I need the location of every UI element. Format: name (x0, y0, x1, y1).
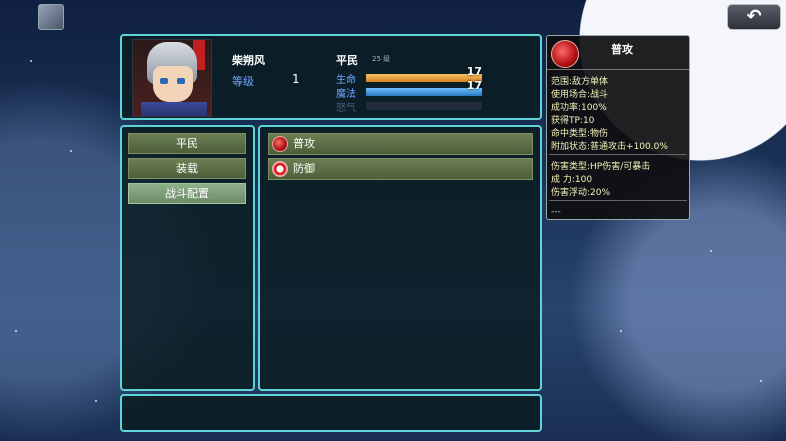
star (15, 330, 17, 332)
help-panel (120, 394, 542, 432)
hp-label: 生命 (336, 75, 356, 86)
attack-icon (551, 40, 579, 68)
defend-icon (272, 161, 288, 177)
detail-line: 使用场合:战斗 (551, 90, 609, 100)
command-list-panel: 平民 装载 战斗配置 (120, 125, 255, 391)
back-icon: ↶ (746, 6, 762, 27)
class-subtitle: 25 级 (372, 55, 391, 63)
character-name: 柴朔风 (232, 54, 265, 67)
command-battle-config[interactable]: 战斗配置 (128, 183, 246, 204)
detail-line: 获得TP:10 (551, 116, 595, 126)
detail-line: 成功率:100% (551, 103, 607, 113)
class-name: 平民 (336, 54, 358, 67)
status-panel: 柴朔风 等级 1 平民 25 级 生命 17 魔法 17 怒气 (120, 34, 542, 120)
mp-label: 魔法 (336, 89, 356, 100)
star (70, 150, 72, 152)
detail-footer: --- (551, 207, 561, 217)
star (620, 330, 622, 332)
character-avatar-button[interactable] (38, 4, 64, 30)
command-class[interactable]: 平民 (128, 133, 246, 154)
hp-bar: 17 (366, 65, 482, 82)
level-label: 等级 (232, 75, 254, 88)
detail-line: 范围:敌方单体 (551, 77, 609, 87)
star (710, 250, 712, 252)
skill-detail-window: 普攻 范围:敌方单体 使用场合:战斗 成功率:100% 获得TP:10 命中类型… (546, 35, 690, 220)
mp-value: 17 (466, 79, 482, 92)
command-equip[interactable]: 装载 (128, 158, 246, 179)
detail-line: 附加状态:普通攻击+100.0% (551, 142, 668, 152)
star (95, 400, 97, 402)
skill-label: 防御 (293, 162, 315, 175)
character-portrait (132, 39, 212, 117)
star (30, 60, 32, 62)
level-value: 1 (292, 72, 300, 86)
hp-value: 17 (466, 65, 482, 78)
tp-bar (366, 102, 482, 110)
skill-item-attack[interactable]: 普攻 (268, 133, 533, 155)
skill-item-defend[interactable]: 防御 (268, 158, 533, 180)
tp-label: 怒气 (336, 103, 356, 114)
detail-separator (549, 200, 687, 201)
detail-line: 伤害类型:HP伤害/可暴击 (551, 162, 651, 172)
detail-line: 伤害浮动:20% (551, 188, 611, 198)
detail-separator (549, 154, 687, 155)
detail-title: 普攻 (611, 43, 633, 56)
skill-list-panel: 普攻 防御 (258, 125, 542, 391)
back-button[interactable]: ↶ (727, 4, 781, 30)
star (760, 380, 762, 382)
detail-header: 普攻 (547, 36, 689, 70)
detail-line: 成 力:100 (551, 175, 593, 185)
mp-bar: 17 (366, 79, 482, 96)
detail-line: 命中类型:物伤 (551, 129, 609, 139)
skill-label: 普攻 (293, 137, 315, 150)
attack-icon (272, 136, 288, 152)
